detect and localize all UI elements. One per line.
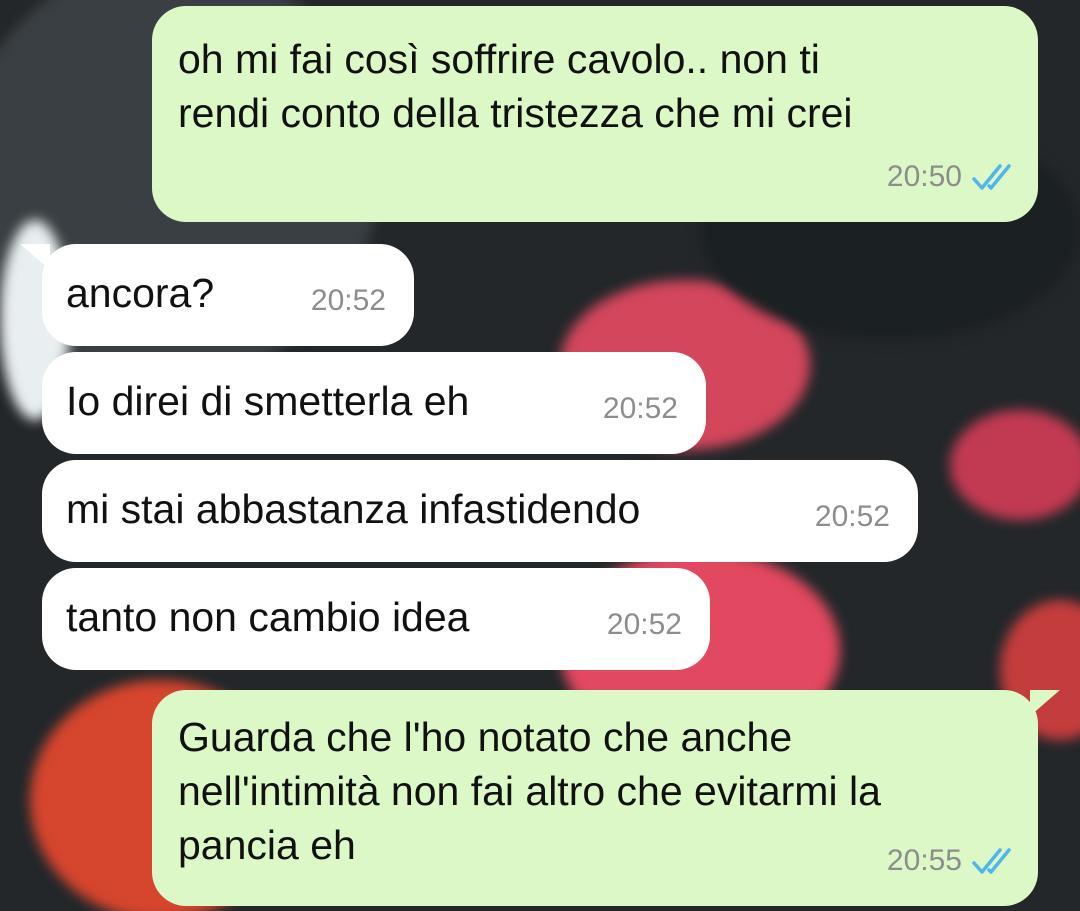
message-meta: 20:52	[311, 274, 386, 328]
message-time: 20:52	[602, 392, 678, 425]
message-text: mi stai abbastanza infastidendo	[66, 486, 641, 532]
message-bubble-incoming[interactable]: tanto non cambio idea 20:52	[42, 568, 710, 670]
double-check-read-icon	[972, 164, 1011, 190]
double-check-read-icon	[972, 848, 1011, 874]
message-meta: 20:52	[815, 490, 890, 544]
message-time: 20:52	[814, 500, 890, 533]
message-bubble-incoming[interactable]: mi stai abbastanza infastidendo 20:52	[42, 460, 918, 562]
message-text: oh mi fai così soffrire cavolo.. non ti …	[178, 36, 853, 136]
message-meta: 20:52	[607, 598, 682, 652]
message-time: 20:52	[310, 284, 386, 317]
message-time: 20:52	[606, 608, 682, 641]
message-meta: 20:55	[887, 834, 1016, 888]
message-meta: 20:52	[603, 382, 678, 436]
message-bubble-outgoing[interactable]: oh mi fai così soffrire cavolo.. non ti …	[152, 6, 1038, 222]
message-bubble-outgoing[interactable]: Guarda che l'ho notato che anche nell'in…	[152, 690, 1038, 906]
message-bubble-incoming[interactable]: Io direi di smetterla eh 20:52	[42, 352, 706, 454]
message-bubble-incoming[interactable]: ancora? 20:52	[42, 244, 414, 346]
message-time: 20:50	[886, 160, 962, 193]
message-time: 20:55	[886, 844, 962, 877]
message-meta: 20:50	[887, 150, 1016, 204]
